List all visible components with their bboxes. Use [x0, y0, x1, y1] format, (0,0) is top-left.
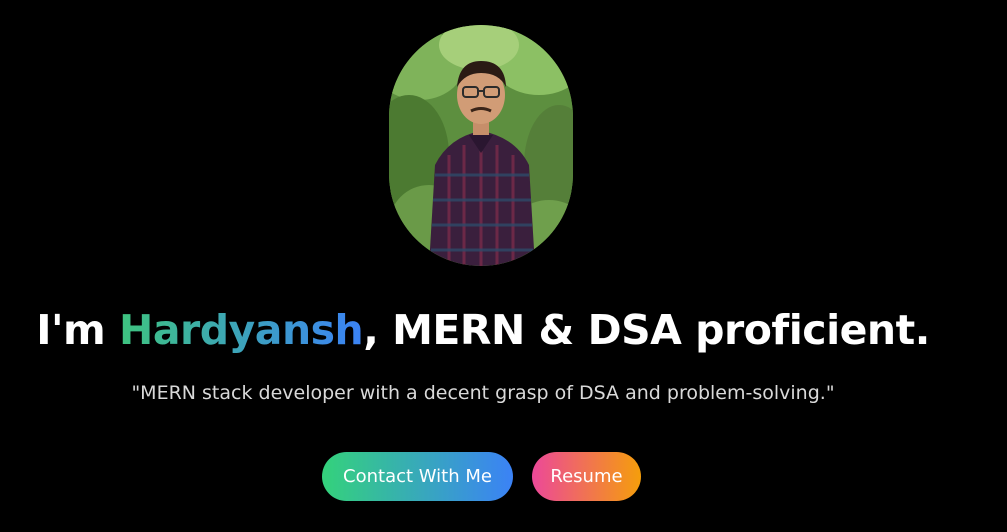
- profile-photo: [389, 25, 573, 266]
- contact-button[interactable]: Contact With Me: [322, 452, 513, 501]
- profile-photo-illustration: [389, 25, 573, 266]
- headline-prefix: I'm: [36, 306, 119, 354]
- resume-button[interactable]: Resume: [532, 452, 641, 501]
- headline-name: Hardyansh: [119, 306, 364, 354]
- headline: I'm Hardyansh, MERN & DSA proficient.: [0, 306, 966, 354]
- tagline: "MERN stack developer with a decent gras…: [131, 382, 835, 404]
- headline-suffix: , MERN & DSA proficient.: [363, 306, 930, 354]
- hero-section: I'm Hardyansh, MERN & DSA proficient. "M…: [0, 0, 1007, 532]
